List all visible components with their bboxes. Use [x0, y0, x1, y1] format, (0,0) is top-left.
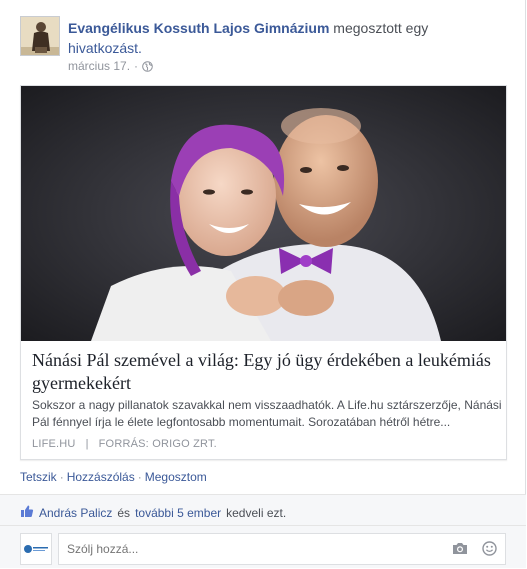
comment-row — [0, 525, 526, 569]
feedback-section: András Palicz és további 5 ember kedveli… — [0, 494, 526, 568]
post-header: Evangélikus Kossuth Lajos Gimnázium mego… — [68, 18, 488, 58]
author-link[interactable]: Evangélikus Kossuth Lajos Gimnázium — [68, 20, 329, 36]
preview-source: LIFE.HU | FORRÁS: ORIGO ZRT. — [32, 438, 217, 450]
share-link[interactable]: Megosztom — [145, 470, 207, 484]
other-likers-link[interactable]: további 5 ember — [135, 506, 221, 520]
post-actions: Tetszik · Hozzászólás · Megosztom — [20, 470, 207, 484]
source-domain: LIFE.HU — [32, 438, 76, 450]
action-text: megosztott egy — [333, 20, 429, 36]
source-credit: FORRÁS: ORIGO ZRT. — [98, 438, 217, 450]
like-link[interactable]: Tetszik — [20, 470, 57, 484]
page-avatar[interactable] — [20, 16, 60, 56]
liker-name-link[interactable]: András Palicz — [39, 506, 112, 520]
preview-image[interactable] — [21, 86, 506, 341]
comment-link[interactable]: Hozzászólás — [67, 470, 135, 484]
likes-suffix: kedveli ezt. — [226, 505, 287, 520]
post-meta: március 17. · — [68, 59, 153, 73]
link-preview[interactable]: Nánási Pál szemével a világ: Egy jó ügy … — [20, 85, 507, 460]
camera-icon[interactable] — [452, 542, 468, 560]
preview-description: Sokszor a nagy pillanatok szavakkal nem … — [32, 398, 502, 429]
globe-icon[interactable] — [142, 60, 153, 72]
smiley-icon[interactable] — [482, 541, 497, 561]
commenter-avatar[interactable] — [20, 533, 52, 565]
likes-and: és — [117, 505, 131, 520]
likes-summary: András Palicz és további 5 ember kedveli… — [20, 504, 286, 521]
action-dot: · — [137, 470, 142, 484]
meta-separator: · — [134, 59, 139, 73]
preview-title[interactable]: Nánási Pál szemével a világ: Egy jó ügy … — [32, 349, 492, 395]
post-date[interactable]: március 17. — [68, 59, 130, 73]
thumbs-up-icon — [20, 504, 34, 521]
shared-link-text[interactable]: hivatkozást. — [68, 40, 142, 56]
source-separator: | — [85, 438, 89, 450]
comment-input[interactable] — [58, 533, 506, 565]
post-card: Evangélikus Kossuth Lajos Gimnázium mego… — [0, 0, 526, 568]
action-dot: · — [59, 470, 64, 484]
